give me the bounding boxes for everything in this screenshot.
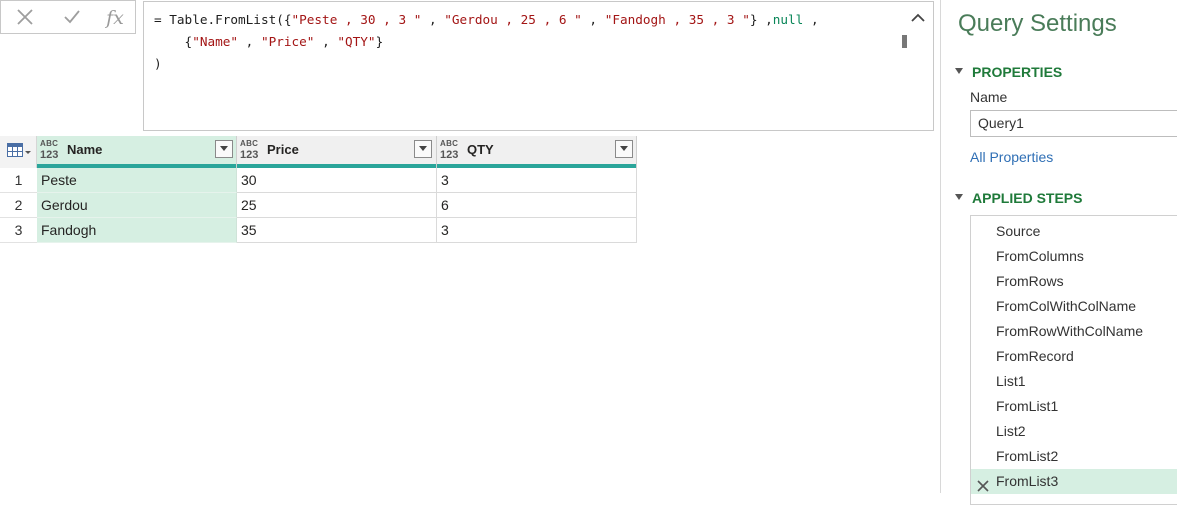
column-filter-button[interactable] xyxy=(414,140,432,158)
applied-step[interactable]: FromRowWithColName xyxy=(971,319,1177,344)
table-cell[interactable]: 3 xyxy=(437,218,637,243)
chevron-down-icon xyxy=(220,146,228,151)
column-header-qty[interactable]: ABC 123 QTY xyxy=(437,136,637,168)
delete-step-icon[interactable] xyxy=(977,475,989,500)
column-header-name[interactable]: ABC 123 Name xyxy=(37,136,237,168)
type-any-icon: ABC 123 xyxy=(240,139,259,161)
type-any-icon: ABC 123 xyxy=(440,139,459,161)
applied-steps-list: Source FromColumns FromRows FromColWithC… xyxy=(970,215,1177,505)
applied-step[interactable]: FromRows xyxy=(971,269,1177,294)
applied-step[interactable]: List2 xyxy=(971,419,1177,444)
all-properties-link[interactable]: All Properties xyxy=(970,149,1053,165)
query-name-input[interactable]: Query1 xyxy=(970,110,1177,137)
formula-line-2: {"Name" , "Price" , "QTY"} xyxy=(154,34,384,49)
formula-editor[interactable]: = Table.FromList({"Peste , 30 , 3 " , "G… xyxy=(143,1,934,131)
collapse-triangle-icon xyxy=(955,68,963,75)
type-any-icon: ABC 123 xyxy=(40,139,59,161)
table-cell[interactable]: 30 xyxy=(237,168,437,193)
table-cell[interactable]: 25 xyxy=(237,193,437,218)
applied-step[interactable]: FromList2 xyxy=(971,444,1177,469)
formula-bar-buttons: fx xyxy=(0,0,136,34)
row-number[interactable]: 2 xyxy=(0,193,37,218)
column-name: Name xyxy=(67,142,103,157)
column-name: Price xyxy=(267,142,299,157)
applied-step[interactable]: FromList1 xyxy=(971,394,1177,419)
formula-scrollbar[interactable] xyxy=(902,35,907,48)
applied-step-label: FromList3 xyxy=(996,473,1059,489)
query-settings-pane: Query Settings PROPERTIES Name Query1 Al… xyxy=(940,0,1177,505)
row-number[interactable]: 1 xyxy=(0,168,37,193)
table-cell[interactable]: 6 xyxy=(437,193,637,218)
fx-icon: fx xyxy=(106,7,124,29)
table-cell[interactable]: Peste xyxy=(37,168,237,193)
applied-steps-section-header[interactable]: APPLIED STEPS xyxy=(955,190,1082,206)
formula-line-3: ) xyxy=(154,56,162,71)
table-cell[interactable]: Gerdou xyxy=(37,193,237,218)
column-filter-button[interactable] xyxy=(615,140,633,158)
properties-section-header[interactable]: PROPERTIES xyxy=(955,64,1062,80)
applied-step[interactable]: List1 xyxy=(971,369,1177,394)
applied-step-selected[interactable]: FromList3 xyxy=(971,469,1177,494)
cancel-button[interactable] xyxy=(11,5,39,31)
applied-step[interactable]: Source xyxy=(971,219,1177,244)
table-icon xyxy=(7,143,31,157)
pane-title: Query Settings xyxy=(958,10,1117,37)
collapse-formula-button[interactable] xyxy=(909,9,927,27)
row-number[interactable]: 3 xyxy=(0,218,37,243)
table-cell[interactable]: 35 xyxy=(237,218,437,243)
table-cell[interactable]: 3 xyxy=(437,168,637,193)
close-icon xyxy=(17,9,33,25)
applied-step[interactable]: FromColWithColName xyxy=(971,294,1177,319)
chevron-down-icon xyxy=(419,146,427,151)
collapse-triangle-icon xyxy=(955,194,963,201)
formula-line-1: = Table.FromList({"Peste , 30 , 3 " , "G… xyxy=(154,12,819,27)
applied-step[interactable]: FromColumns xyxy=(971,244,1177,269)
check-icon xyxy=(64,10,80,24)
column-filter-button[interactable] xyxy=(215,140,233,158)
applied-step[interactable]: FromRecord xyxy=(971,344,1177,369)
column-header-price[interactable]: ABC 123 Price xyxy=(237,136,437,168)
commit-button[interactable] xyxy=(58,5,86,31)
table-cell[interactable]: Fandogh xyxy=(37,218,237,243)
chevron-down-icon xyxy=(620,146,628,151)
name-label: Name xyxy=(970,89,1008,105)
insert-function-button[interactable]: fx xyxy=(101,5,129,31)
table-menu-button[interactable] xyxy=(0,136,37,168)
column-name: QTY xyxy=(467,142,494,157)
chevron-up-icon xyxy=(911,13,925,22)
